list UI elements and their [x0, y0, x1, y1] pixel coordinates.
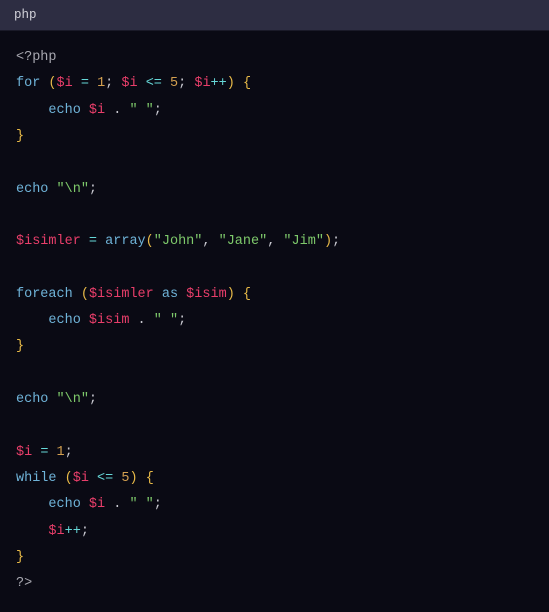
var-i: $i: [73, 471, 89, 486]
php-open-tag: <?php: [16, 50, 57, 65]
str-newline: "\n": [57, 182, 89, 197]
op-inc: ++: [211, 76, 227, 91]
str-space: " ": [129, 103, 153, 118]
semi: ;: [89, 182, 97, 197]
php-close-tag: ?>: [16, 576, 32, 591]
paren-open: (: [81, 287, 89, 302]
semi: ;: [154, 103, 162, 118]
op-le: <=: [146, 76, 162, 91]
str-john: "John": [154, 234, 203, 249]
var-isimler: $isimler: [16, 234, 81, 249]
paren-open: (: [48, 76, 56, 91]
op-le: <=: [97, 471, 113, 486]
op-concat: .: [113, 497, 121, 512]
brace-open: {: [243, 76, 251, 91]
semi: ;: [178, 313, 186, 328]
var-i: $i: [89, 497, 105, 512]
keyword-for: for: [16, 76, 40, 91]
num-5: 5: [170, 76, 178, 91]
semi: ;: [89, 392, 97, 407]
op-assign: =: [40, 445, 48, 460]
str-jim: "Jim": [283, 234, 324, 249]
keyword-as: as: [162, 287, 178, 302]
var-isimler: $isimler: [89, 287, 154, 302]
paren-close: ): [324, 234, 332, 249]
paren-open: (: [146, 234, 154, 249]
language-header: php: [0, 0, 549, 31]
keyword-foreach: foreach: [16, 287, 73, 302]
num-1: 1: [57, 445, 65, 460]
brace-close: }: [16, 129, 24, 144]
var-isim: $isim: [186, 287, 227, 302]
language-label: php: [14, 8, 37, 22]
semi: ;: [154, 497, 162, 512]
var-i: $i: [89, 103, 105, 118]
semi: ;: [105, 76, 113, 91]
num-1: 1: [97, 76, 105, 91]
keyword-echo: echo: [48, 497, 80, 512]
keyword-echo: echo: [16, 182, 48, 197]
paren-open: (: [65, 471, 73, 486]
fn-array: array: [105, 234, 146, 249]
var-i: $i: [48, 524, 64, 539]
comma: ,: [267, 234, 275, 249]
semi: ;: [178, 76, 186, 91]
op-assign: =: [89, 234, 97, 249]
keyword-echo: echo: [16, 392, 48, 407]
var-i: $i: [121, 76, 137, 91]
semi: ;: [81, 524, 89, 539]
comma: ,: [202, 234, 210, 249]
var-i: $i: [16, 445, 32, 460]
str-newline: "\n": [57, 392, 89, 407]
keyword-while: while: [16, 471, 57, 486]
op-concat: .: [138, 313, 146, 328]
keyword-echo: echo: [48, 103, 80, 118]
var-isim: $isim: [89, 313, 130, 328]
op-assign: =: [81, 76, 89, 91]
paren-close: ): [129, 471, 137, 486]
brace-close: }: [16, 550, 24, 565]
brace-open: {: [146, 471, 154, 486]
brace-open: {: [243, 287, 251, 302]
paren-close: ): [227, 76, 235, 91]
paren-close: ): [227, 287, 235, 302]
str-space: " ": [154, 313, 178, 328]
op-concat: .: [113, 103, 121, 118]
var-i: $i: [194, 76, 210, 91]
semi: ;: [332, 234, 340, 249]
semi: ;: [65, 445, 73, 460]
keyword-echo: echo: [48, 313, 80, 328]
brace-close: }: [16, 339, 24, 354]
str-jane: "Jane": [219, 234, 268, 249]
str-space: " ": [129, 497, 153, 512]
code-block: <?php for ($i = 1; $i <= 5; $i++) { echo…: [0, 31, 549, 612]
var-i: $i: [57, 76, 73, 91]
op-inc: ++: [65, 524, 81, 539]
